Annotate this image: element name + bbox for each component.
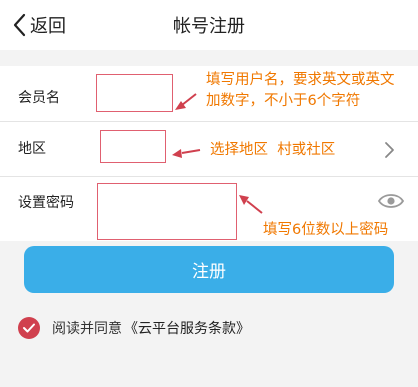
- check-icon: [23, 323, 35, 333]
- agreement-text: 阅读并同意: [52, 321, 122, 337]
- agreement-checkbox[interactable]: [18, 317, 40, 339]
- arrow-line: [181, 149, 201, 154]
- register-button[interactable]: 注册: [24, 246, 394, 293]
- arrow-head: [239, 195, 249, 205]
- terms-link[interactable]: 《云平台服务条款》: [124, 318, 250, 338]
- password-hint: 填写6位数以上密码: [263, 222, 389, 238]
- username-hint-line2: 加数字，不小于6个字符: [206, 93, 361, 109]
- username-hint-line1: 填写用户名，要求英文或英文: [206, 72, 395, 88]
- arrow-line: [181, 93, 197, 106]
- arrow-head: [172, 149, 182, 158]
- eye-icon[interactable]: [378, 192, 404, 210]
- region-hint: 选择地区 村或社区: [210, 142, 336, 158]
- agreement-row: 阅读并同意 《云平台服务条款》: [18, 317, 250, 339]
- chevron-right-icon[interactable]: [384, 141, 396, 159]
- arrow-line: [246, 200, 263, 214]
